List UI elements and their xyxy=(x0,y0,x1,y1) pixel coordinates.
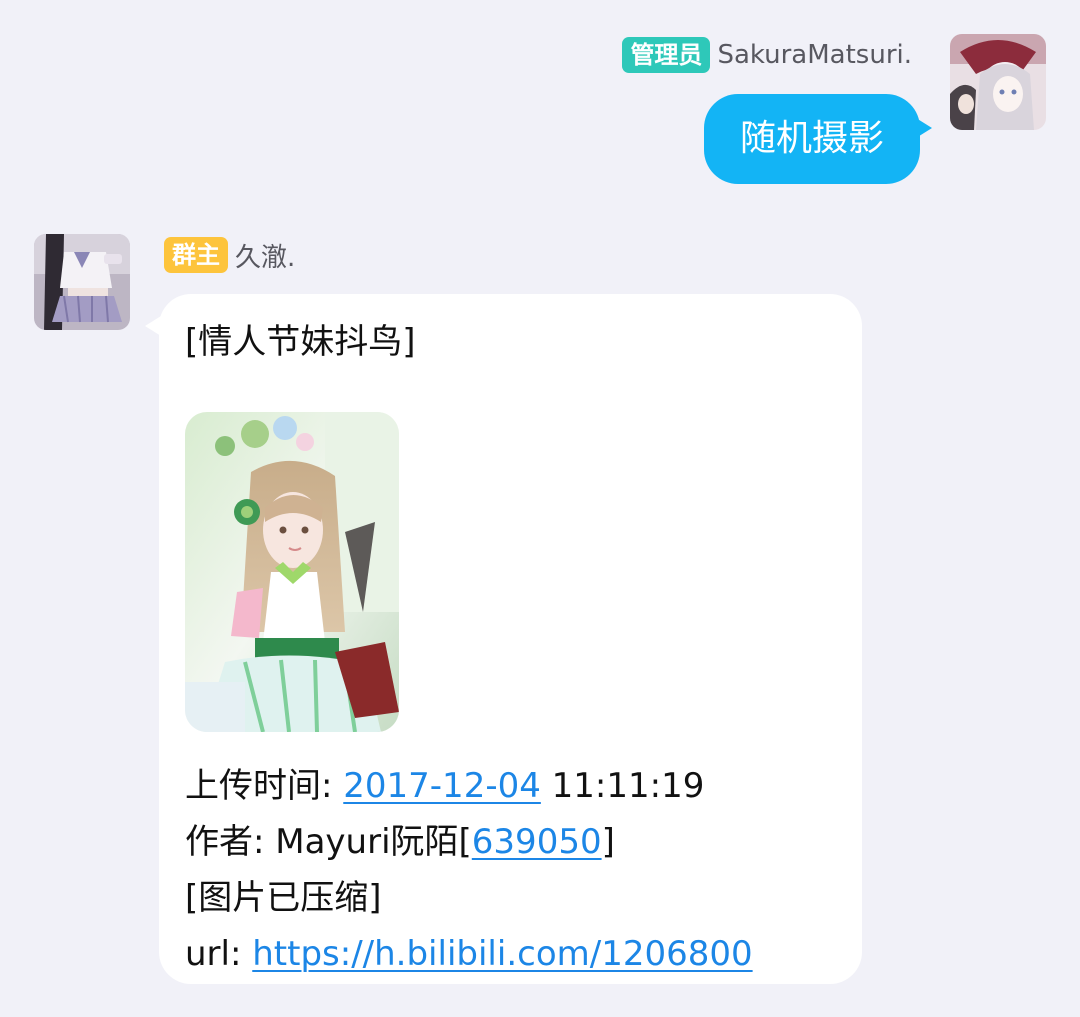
author-line: 作者: Mayuri阮陌[639050] xyxy=(185,814,836,870)
sender-name-other[interactable]: 久澈. xyxy=(235,237,295,274)
source-url-link[interactable]: https://h.bilibili.com/1206800 xyxy=(252,934,752,974)
sender-row-self: 管理员 SakuraMatsuri. xyxy=(622,36,912,74)
avatar-self[interactable] xyxy=(950,34,1046,130)
author-close: ] xyxy=(601,822,615,862)
upload-time-value: 11:11:19 xyxy=(540,766,705,806)
upload-time-label: 上传时间: xyxy=(185,766,344,806)
incoming-message-bubble[interactable]: [情人节妹抖鸟] 上传时间: 2017-12-04 11:11:19 作者: M… xyxy=(145,294,862,984)
upload-time-line: 上传时间: 2017-12-04 11:11:19 xyxy=(185,758,836,814)
outgoing-message: 管理员 SakuraMatsuri. 随机摄影 xyxy=(0,0,1080,200)
outgoing-message-bubble[interactable]: 随机摄影 xyxy=(704,94,932,184)
author-label: 作者: Mayuri阮陌[ xyxy=(185,822,472,862)
card-info: 上传时间: 2017-12-04 11:11:19 作者: Mayuri阮陌[6… xyxy=(185,758,836,982)
admin-badge: 管理员 xyxy=(622,37,711,73)
avatar-sender[interactable] xyxy=(34,234,130,330)
url-label: url: xyxy=(185,934,253,974)
owner-badge: 群主 xyxy=(164,237,228,273)
avatar-self-image xyxy=(950,34,1046,130)
sender-name-self[interactable]: SakuraMatsuri. xyxy=(717,40,912,70)
url-line: url: https://h.bilibili.com/1206800 xyxy=(185,926,836,982)
cosplay-photo[interactable] xyxy=(185,412,399,732)
upload-date-link[interactable]: 2017-12-04 xyxy=(343,766,541,806)
cosplay-photo-image xyxy=(185,412,399,732)
author-id-link[interactable]: 639050 xyxy=(472,822,602,862)
card-title: [情人节妹抖鸟] xyxy=(185,322,416,362)
sender-row-other: 群主 久澈. xyxy=(164,236,295,274)
avatar-sender-image xyxy=(34,234,130,330)
compressed-note: [图片已压缩] xyxy=(185,878,382,918)
